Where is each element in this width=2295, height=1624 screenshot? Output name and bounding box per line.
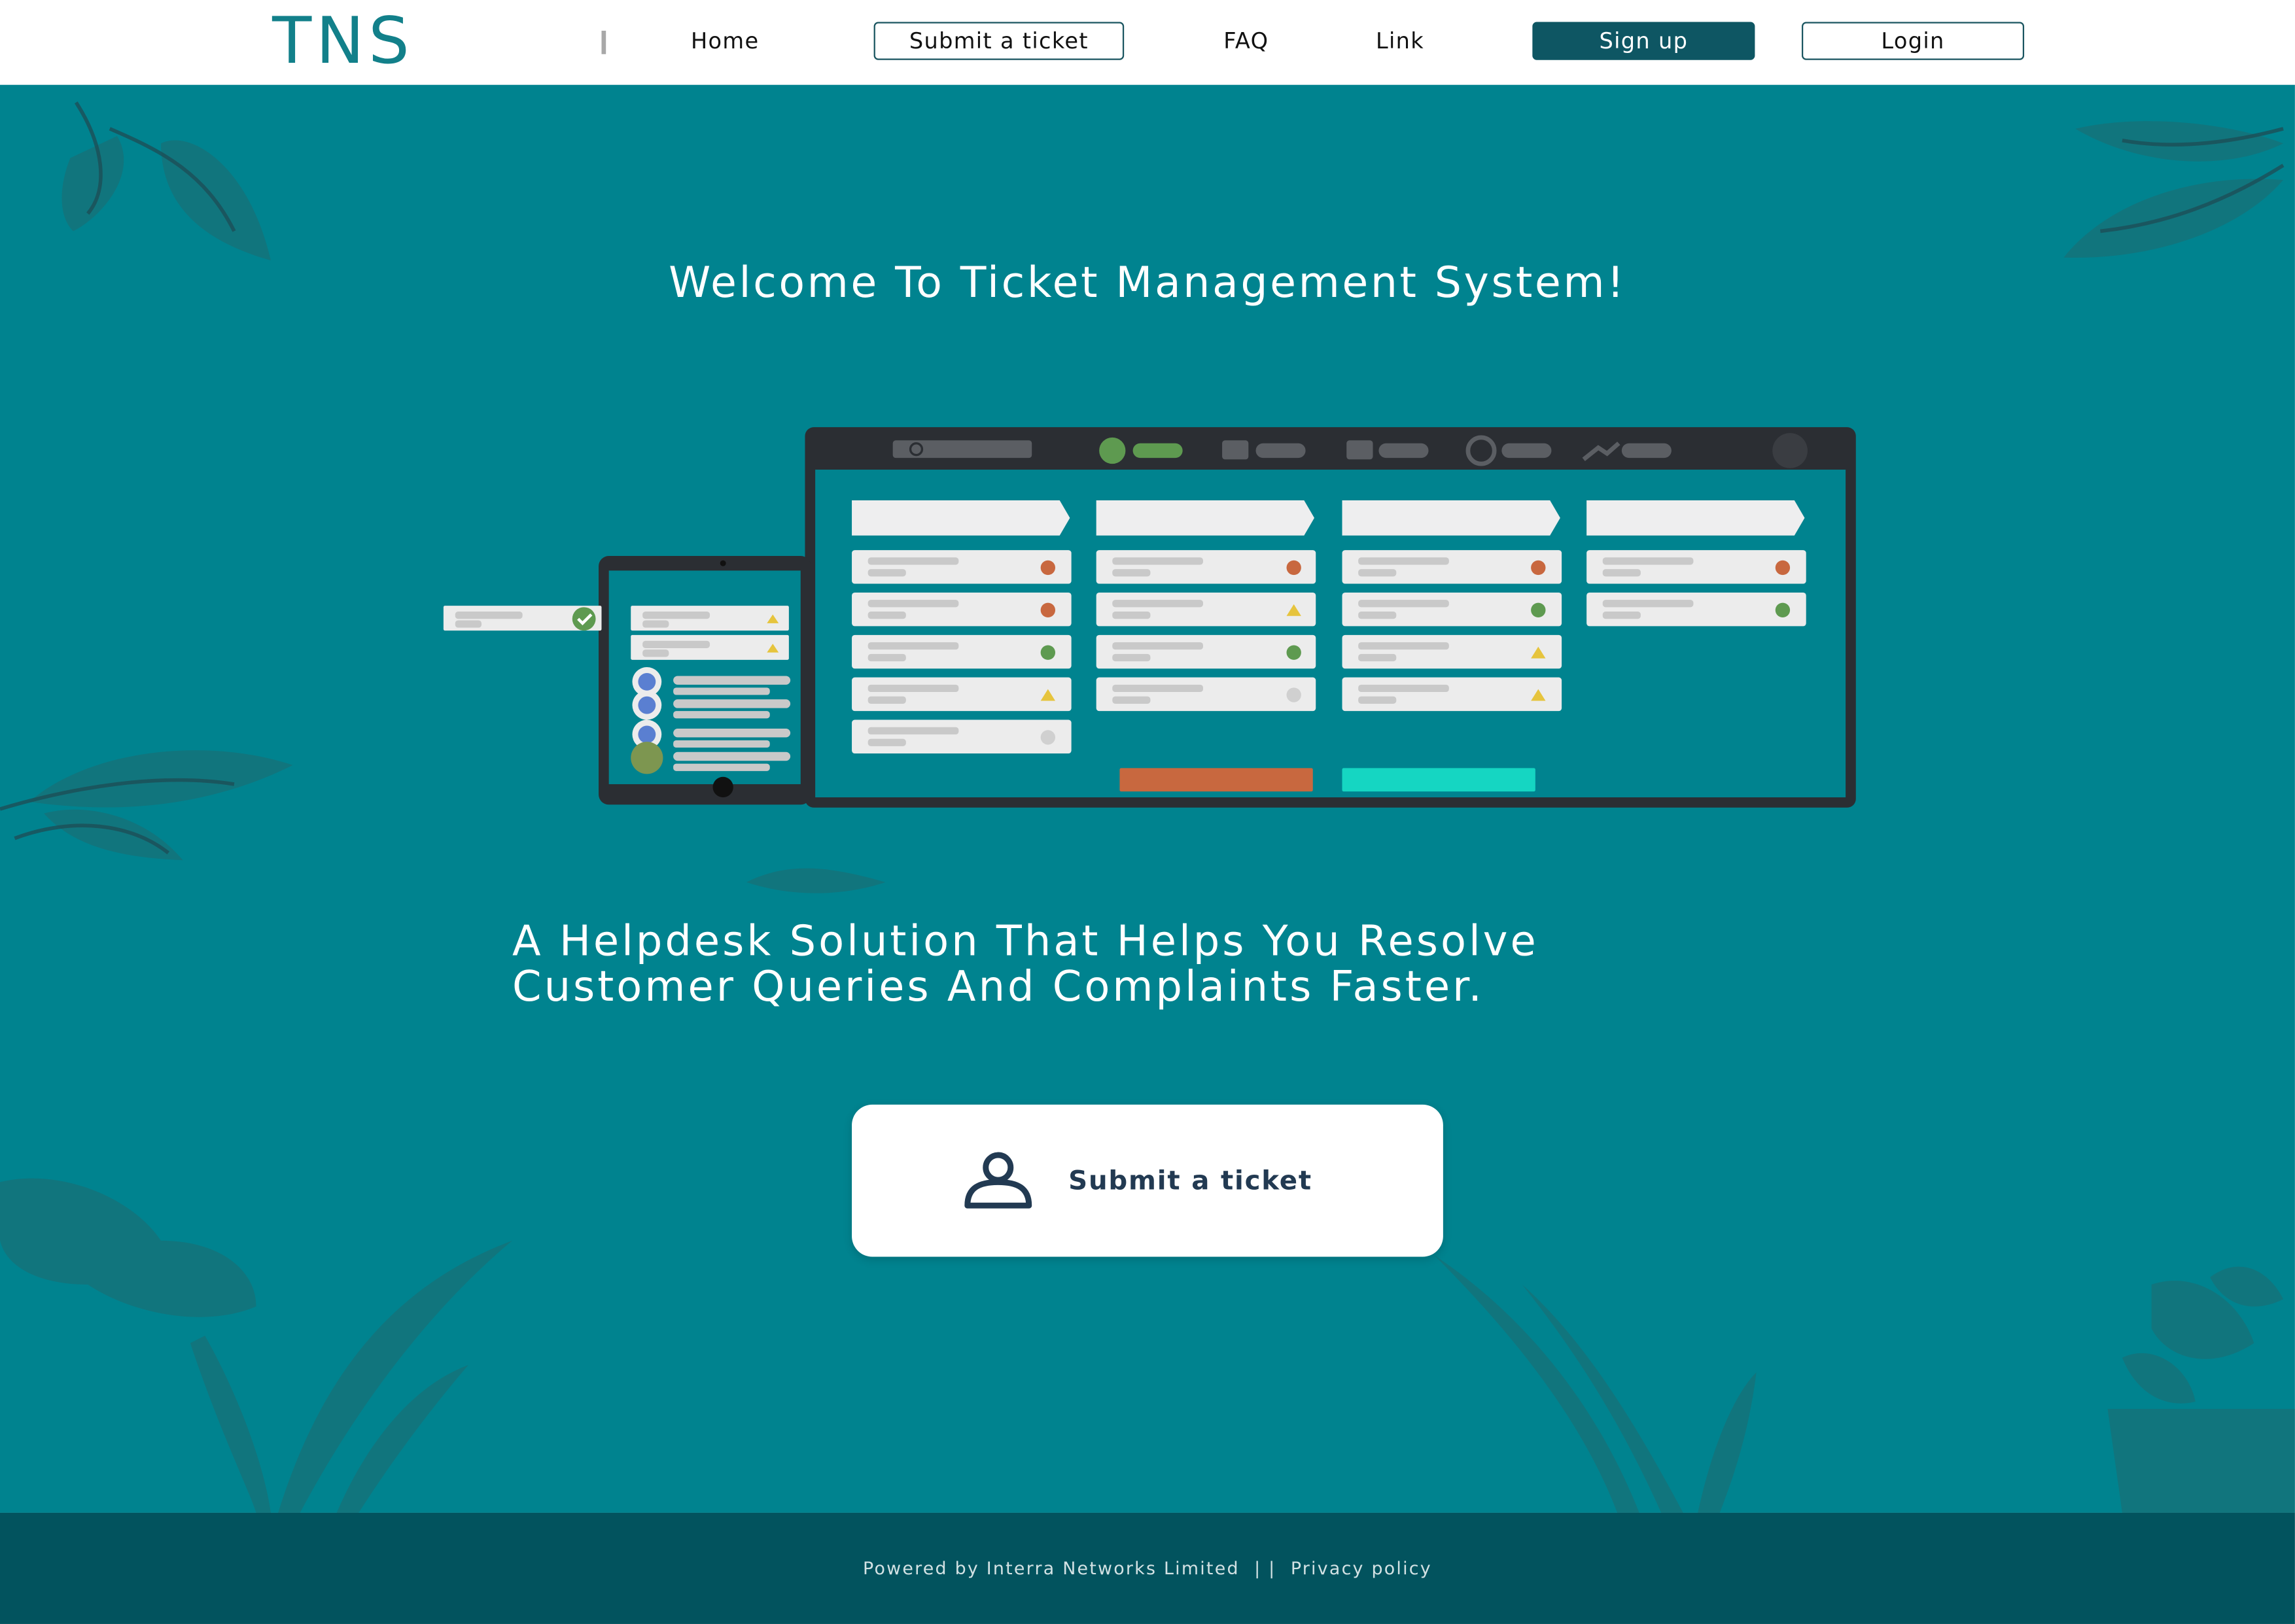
nav-home-link[interactable]: Home bbox=[691, 25, 759, 57]
page: TNS Home Submit a ticket FAQ Link Sign u… bbox=[0, 0, 2295, 1624]
nav-faq-link[interactable]: FAQ bbox=[1223, 25, 1269, 57]
helpdesk-dashboard-illustration bbox=[443, 427, 1856, 808]
nav-submit-ticket-label: Submit a ticket bbox=[909, 27, 1089, 54]
footer: Powered by Interra Networks Limited | | … bbox=[0, 1512, 2295, 1624]
hero-tagline-line-1: A Helpdesk Solution That Helps You Resol… bbox=[512, 917, 1539, 966]
hero-tagline: A Helpdesk Solution That Helps You Resol… bbox=[512, 919, 1829, 1010]
login-label: Login bbox=[1881, 27, 1945, 54]
privacy-policy-link[interactable]: Privacy policy bbox=[1291, 1558, 1432, 1578]
top-navbar: TNS Home Submit a ticket FAQ Link Sign u… bbox=[0, 0, 2295, 86]
submit-ticket-cta-label: Submit a ticket bbox=[1068, 1165, 1312, 1196]
sign-up-button[interactable]: Sign up bbox=[1532, 22, 1755, 60]
login-button[interactable]: Login bbox=[1801, 22, 2025, 60]
sign-up-label: Sign up bbox=[1599, 27, 1689, 54]
submit-ticket-cta-button[interactable]: Submit a ticket bbox=[852, 1104, 1443, 1257]
nav-submit-ticket-button[interactable]: Submit a ticket bbox=[873, 22, 1125, 60]
hero-tagline-line-2: Customer Queries And Complaints Faster. bbox=[512, 962, 1484, 1011]
hero-section: Welcome To Ticket Management System! A H… bbox=[0, 84, 2295, 1513]
page-frame: TNS Home Submit a ticket FAQ Link Sign u… bbox=[0, 0, 2295, 1624]
brand-logo[interactable]: TNS bbox=[272, 5, 413, 79]
nav-divider bbox=[601, 30, 606, 54]
footer-separator: | | bbox=[1254, 1558, 1276, 1579]
powered-by-text: Powered by Interra Networks Limited bbox=[863, 1558, 1240, 1579]
nav-link-link[interactable]: Link bbox=[1376, 25, 1424, 57]
hero-title: Welcome To Ticket Management System! bbox=[669, 257, 1626, 307]
user-icon bbox=[964, 1152, 1032, 1209]
